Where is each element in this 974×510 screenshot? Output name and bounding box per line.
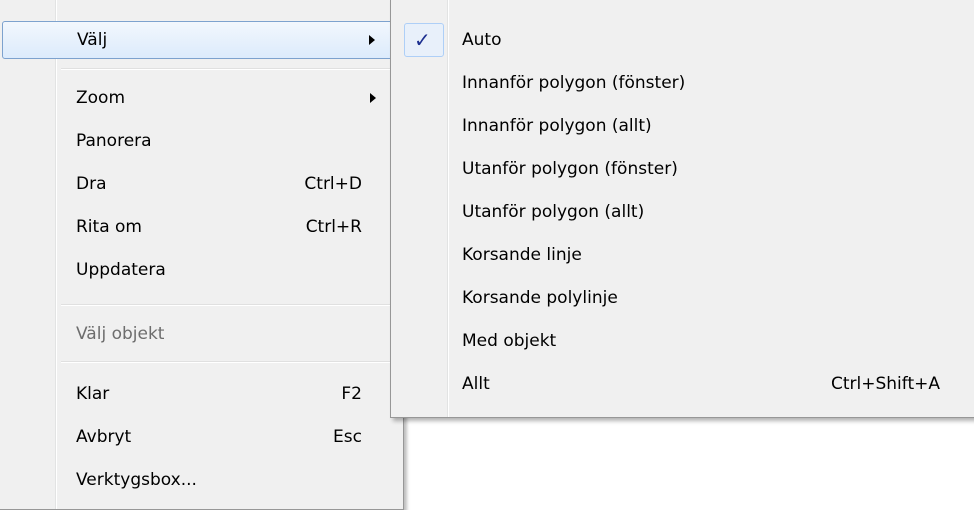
menu-item-label: Korsande polylinje (462, 288, 618, 308)
check-frame: ✓ (404, 23, 444, 57)
menu-item-label: Välj objekt (76, 324, 165, 344)
submenu-arrow-icon (370, 93, 376, 103)
menu-item-label: Zoom (76, 88, 126, 108)
menu-item-rita-om[interactable]: Rita om Ctrl+R (2, 208, 400, 246)
menu-item-label: Auto (462, 30, 502, 50)
menu-item-shortcut: Ctrl+Shift+A (830, 374, 940, 394)
submenu-item-innanfor-fonster[interactable]: Innanför polygon (fönster) (394, 64, 974, 102)
submenu-item-korsande-linje[interactable]: Korsande linje (394, 236, 974, 274)
submenu-item-innanfor-allt[interactable]: Innanför polygon (allt) (394, 107, 974, 145)
menu-item-label: Utanför polygon (fönster) (462, 159, 678, 179)
menu-separator (61, 68, 400, 70)
submenu-item-auto[interactable]: ✓ Auto (394, 21, 974, 59)
menu-item-label: Allt (462, 374, 490, 394)
menu-item-shortcut: Ctrl+D (304, 174, 362, 194)
menu-item-uppdatera[interactable]: Uppdatera (2, 251, 400, 289)
submenu-item-korsande-polylinje[interactable]: Korsande polylinje (394, 279, 974, 317)
menu-item-panorera[interactable]: Panorera (2, 122, 400, 160)
menu-separator (61, 361, 400, 363)
menu-item-zoom[interactable]: Zoom (2, 79, 400, 117)
menu-item-label: Avbryt (76, 427, 132, 447)
submenu-item-med-objekt[interactable]: Med objekt (394, 322, 974, 360)
submenu-item-utanfor-fonster[interactable]: Utanför polygon (fönster) (394, 150, 974, 188)
menu-item-label: Med objekt (462, 331, 557, 351)
menu-separator (61, 304, 400, 306)
menu-item-label: Innanför polygon (allt) (462, 116, 652, 136)
context-menu: Välj Zoom Panorera Dra Ctrl+D Rita om Ct… (0, 0, 404, 510)
menu-item-label: Uppdatera (76, 260, 166, 280)
submenu-item-utanfor-allt[interactable]: Utanför polygon (allt) (394, 193, 974, 231)
menu-item-label: Dra (76, 174, 107, 194)
menu-item-label: Välj (77, 30, 108, 50)
menu-item-verktygsbox[interactable]: Verktygsbox... (2, 461, 400, 499)
menu-item-klar[interactable]: Klar F2 (2, 375, 400, 413)
menu-item-avbryt[interactable]: Avbryt Esc (2, 418, 400, 456)
menu-item-label: Verktygsbox... (76, 470, 197, 490)
menu-item-shortcut: Esc (333, 427, 362, 447)
submenu-item-allt[interactable]: Allt Ctrl+Shift+A (394, 365, 974, 403)
menu-item-label: Klar (76, 384, 110, 404)
menu-item-shortcut: Ctrl+R (305, 217, 362, 237)
submenu-arrow-icon (369, 35, 375, 45)
checkmark-icon: ✓ (414, 28, 431, 52)
menu-item-label: Rita om (76, 217, 142, 237)
menu-item-dra[interactable]: Dra Ctrl+D (2, 165, 400, 203)
menu-item-valj[interactable]: Välj (2, 21, 400, 59)
menu-item-label: Innanför polygon (fönster) (462, 73, 686, 93)
menu-item-valj-objekt: Välj objekt (2, 315, 400, 353)
menu-item-label: Panorera (76, 131, 152, 151)
submenu-valj: ✓ Auto Innanför polygon (fönster) Innanf… (390, 0, 974, 418)
menu-item-label: Utanför polygon (allt) (462, 202, 645, 222)
menu-item-shortcut: F2 (341, 384, 362, 404)
menu-item-label: Korsande linje (462, 245, 582, 265)
